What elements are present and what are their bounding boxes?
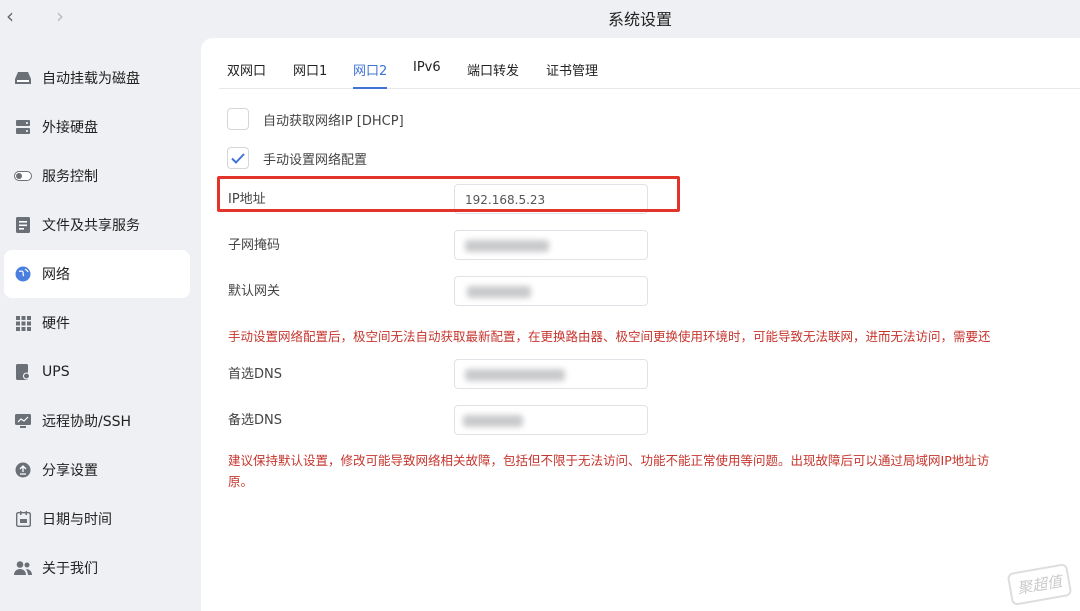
manual-config-warning: 手动设置网络配置后，极空间无法自动获取最新配置，在更换路由器、极空间更换使用环境…: [228, 329, 991, 344]
manual-option[interactable]: 手动设置网络配置: [227, 147, 367, 169]
people-icon: [14, 559, 32, 577]
primary-dns-label: 首选DNS: [228, 367, 282, 382]
blurred-value: [465, 369, 565, 381]
primary-dns-input[interactable]: [454, 359, 648, 389]
default-settings-warning: 建议保持默认设置，修改可能导致网络相关故障，包括但不限于无法访问、功能不能正常使…: [228, 453, 990, 468]
sidebar-item-hardware[interactable]: 硬件: [4, 299, 190, 347]
secondary-dns-input[interactable]: [454, 405, 648, 435]
globe-icon: [14, 265, 32, 283]
dhcp-label: 自动获取网络IP [DHCP]: [263, 113, 404, 129]
share-icon: [14, 461, 32, 479]
sidebar-item-label: 文件及共享服务: [42, 218, 140, 234]
external-drive-icon: [14, 118, 32, 136]
gateway-input[interactable]: [454, 276, 648, 306]
tab-bar: 双网口 网口1 网口2 IPv6 端口转发 证书管理: [219, 54, 1080, 89]
toggle-icon: [14, 167, 32, 185]
tab-ipv6[interactable]: IPv6: [413, 60, 441, 83]
gateway-label: 默认网关: [228, 284, 281, 299]
dhcp-option[interactable]: 自动获取网络IP [DHCP]: [227, 108, 404, 130]
ups-icon: [14, 363, 32, 381]
secondary-dns-label: 备选DNS: [228, 413, 282, 428]
watermark-logo: 聚超值: [1006, 562, 1073, 607]
tab-dual-port[interactable]: 双网口: [227, 60, 266, 87]
sidebar-item-label: 硬件: [42, 316, 70, 332]
tab-port1[interactable]: 网口1: [293, 60, 327, 87]
sidebar-item-network[interactable]: 网络: [4, 250, 190, 298]
sidebar-item-date-time[interactable]: 日期与时间: [4, 495, 190, 543]
grid-icon: [14, 314, 32, 332]
settings-panel: 双网口 网口1 网口2 IPv6 端口转发 证书管理 自动获取网络IP [DHC…: [201, 38, 1080, 611]
blurred-value: [467, 286, 531, 298]
sidebar-item-label: 服务控制: [42, 169, 98, 185]
sidebar-item-label: 远程协助/SSH: [42, 414, 132, 430]
sidebar-item-label: 日期与时间: [42, 512, 112, 528]
sidebar-item-label: 分享设置: [42, 463, 98, 479]
sidebar-item-label: 网络: [42, 267, 70, 283]
default-settings-warning-cont: 原。: [228, 474, 254, 489]
monitor-icon: [14, 412, 32, 430]
manual-checkbox[interactable]: [227, 147, 249, 169]
sidebar-item-label: 关于我们: [42, 561, 98, 577]
tab-port-forwarding[interactable]: 端口转发: [467, 60, 519, 87]
sidebar-item-label: 自动挂载为磁盘: [42, 71, 140, 87]
window-title: 系统设置: [607, 10, 672, 29]
ip-highlight-box: [217, 176, 680, 212]
sidebar-item-label: 外接硬盘: [42, 120, 98, 136]
dhcp-checkbox[interactable]: [227, 108, 249, 130]
sidebar-item-label: UPS: [42, 364, 70, 380]
subnet-mask-input[interactable]: [454, 230, 648, 260]
tab-port2[interactable]: 网口2: [353, 60, 388, 89]
subnet-mask-label: 子网掩码: [228, 238, 281, 253]
sidebar-item-file-sharing[interactable]: 文件及共享服务: [4, 201, 190, 249]
blurred-value: [465, 240, 549, 252]
tab-certificates[interactable]: 证书管理: [546, 60, 598, 87]
title-bar: ‹ › 系统设置: [0, 0, 1080, 38]
sidebar-item-remote-ssh[interactable]: 远程协助/SSH: [4, 397, 190, 445]
sidebar-item-auto-mount[interactable]: 自动挂载为磁盘: [4, 54, 190, 102]
blurred-value: [463, 415, 523, 427]
document-icon: [14, 216, 32, 234]
sidebar-item-share-settings[interactable]: 分享设置: [4, 446, 190, 494]
sidebar-item-about[interactable]: 关于我们: [4, 544, 190, 592]
disk-icon: [14, 69, 32, 87]
calendar-icon: [14, 510, 32, 528]
sidebar-item-ups[interactable]: UPS: [4, 348, 190, 396]
sidebar-item-service-control[interactable]: 服务控制: [4, 152, 190, 200]
checkmark-icon: [231, 152, 245, 164]
manual-label: 手动设置网络配置: [263, 152, 368, 168]
sidebar-item-external-drive[interactable]: 外接硬盘: [4, 103, 190, 151]
